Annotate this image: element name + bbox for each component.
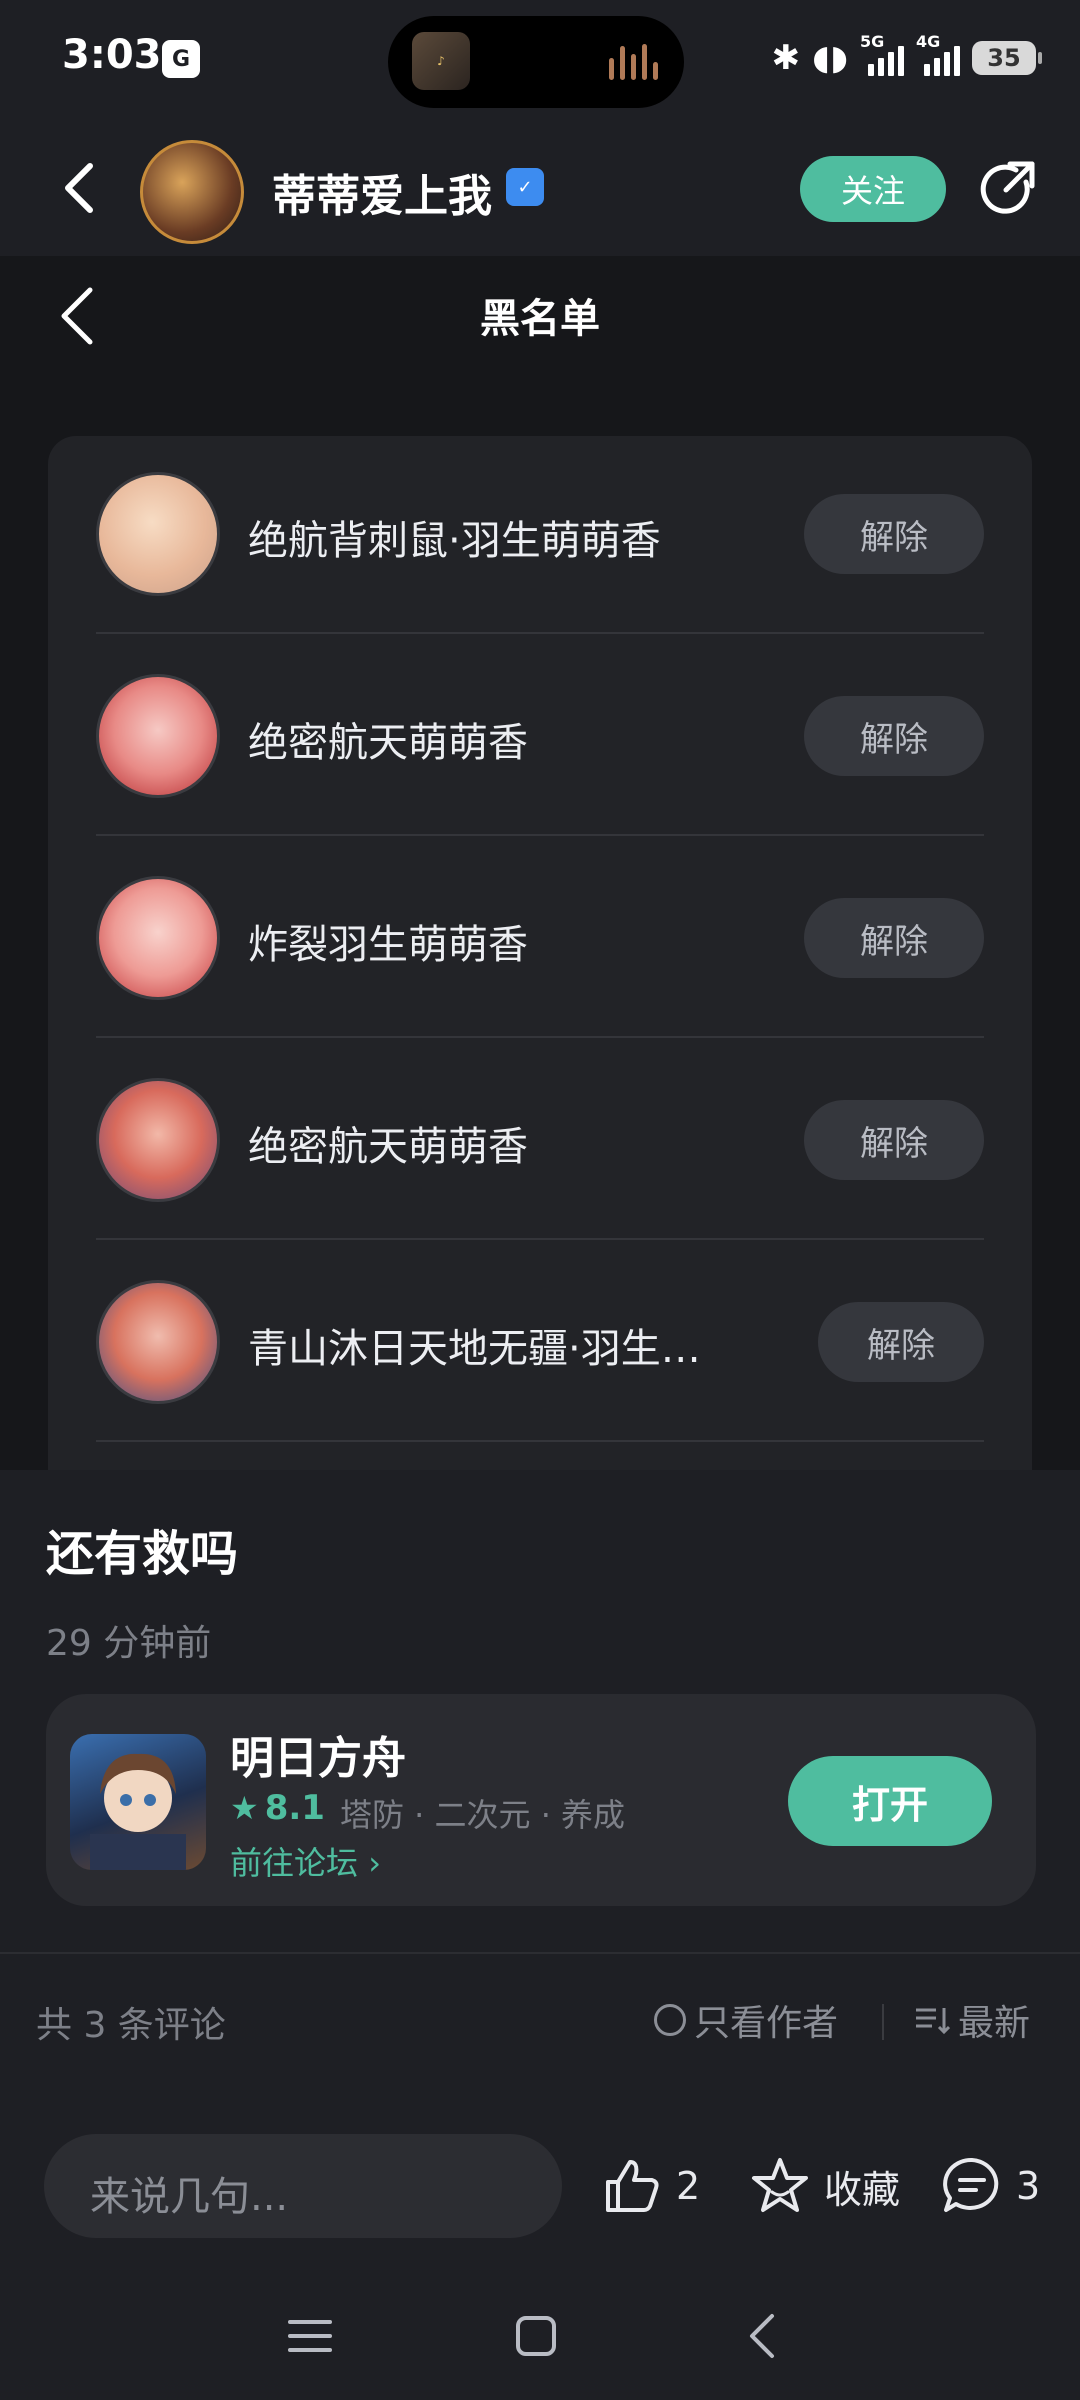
chevron-right-icon: › xyxy=(368,1844,381,1882)
status-bar: 3:03 G ♪ ✱ ◖◗ 5G 4G 35 xyxy=(0,0,1080,120)
unblock-button[interactable]: 解除 xyxy=(804,696,984,776)
like-button[interactable]: 2 xyxy=(600,2150,700,2222)
battery-icon: 35 xyxy=(972,41,1042,75)
blacklist-row: 青山沐日天地无疆·羽生… 解除 xyxy=(96,1240,984,1442)
author-only-toggle[interactable]: 只看作者 xyxy=(654,1994,838,2046)
star-icon: ★ xyxy=(230,1789,259,1827)
blocked-user-avatar[interactable] xyxy=(96,1078,220,1202)
bluetooth-icon: ✱ xyxy=(771,38,801,78)
verified-badge-icon: ✓ xyxy=(506,168,544,206)
menu-icon[interactable] xyxy=(288,2316,332,2356)
forum-link-label: 前往论坛 xyxy=(230,1844,359,1882)
sort-icon xyxy=(916,2008,950,2035)
forum-link[interactable]: 前往论坛 › xyxy=(230,1838,381,1884)
game-name: 明日方舟 xyxy=(230,1733,406,1784)
thumbs-up-icon xyxy=(606,2160,659,2212)
back-nav-icon[interactable] xyxy=(744,2312,780,2360)
follow-button[interactable]: 关注 xyxy=(800,156,946,222)
post-time: 29 分钟前 xyxy=(46,1623,212,1664)
system-nav-bar xyxy=(0,2274,1080,2400)
audio-wave-icon xyxy=(609,44,658,80)
blacklist-row: 炸裂羽生萌萌香 解除 xyxy=(96,836,984,1038)
status-time: 3:03 xyxy=(62,32,162,78)
unblock-button[interactable]: 解除 xyxy=(818,1302,984,1382)
blacklist-row: 绝密航天萌萌香 解除 xyxy=(96,1038,984,1240)
blocked-user-name: 炸裂羽生萌萌香 xyxy=(248,922,528,968)
divider xyxy=(0,1952,1080,1954)
blocked-user-name: 绝密航天萌萌香 xyxy=(248,1124,528,1170)
comment-count: 共 3 条评论 xyxy=(36,2005,226,2046)
unblock-button[interactable]: 解除 xyxy=(804,898,984,978)
sort-toggle[interactable]: 最新 xyxy=(914,1994,1030,2046)
share-icon[interactable] xyxy=(976,158,1040,222)
open-game-button[interactable]: 打开 xyxy=(788,1756,992,1846)
back-icon[interactable] xyxy=(52,160,108,216)
blocked-user-avatar[interactable] xyxy=(96,674,220,798)
game-icon[interactable] xyxy=(70,1734,206,1870)
blocked-user-avatar[interactable] xyxy=(96,1280,220,1404)
signal-5g-icon: 5G xyxy=(860,32,904,76)
blocked-user-avatar[interactable] xyxy=(96,472,220,596)
notification-app-icon: G xyxy=(162,40,200,78)
comments-button[interactable]: 3 xyxy=(940,2150,1040,2222)
blacklist-row: 绝航背刺鼠·羽生萌萌香 解除 xyxy=(96,432,984,634)
blocked-user-name: 青山沐日天地无疆·羽生… xyxy=(248,1326,701,1372)
game-tags: 塔防 · 二次元 · 养成 xyxy=(340,1796,626,1834)
sort-label: 最新 xyxy=(958,2003,1031,2044)
divider xyxy=(96,1440,984,1442)
like-count: 2 xyxy=(676,2164,701,2208)
status-icons: ✱ ◖◗ 5G 4G 35 xyxy=(771,28,1042,88)
home-icon[interactable] xyxy=(514,2314,558,2358)
divider xyxy=(882,2004,884,2040)
favorite-label: 收藏 xyxy=(824,2167,901,2212)
favorite-button[interactable]: 收藏 xyxy=(748,2150,900,2222)
comment-input[interactable]: 来说几句... xyxy=(44,2134,562,2238)
radio-icon xyxy=(654,2004,686,2036)
blacklist-row: 绝密航天萌萌香 解除 xyxy=(96,634,984,836)
earbuds-icon: ◖◗ xyxy=(812,38,848,78)
comment-input-placeholder: 来说几句... xyxy=(90,2174,289,2220)
blocked-user-avatar[interactable] xyxy=(96,876,220,1000)
dynamic-island[interactable]: ♪ xyxy=(388,16,684,108)
author-only-label: 只看作者 xyxy=(694,2003,839,2044)
comment-bubble-icon xyxy=(943,2157,999,2212)
blocked-user-name: 绝密航天萌萌香 xyxy=(248,720,528,766)
star-outline-icon xyxy=(752,2158,808,2212)
music-album-art: ♪ xyxy=(412,32,470,90)
unblock-button[interactable]: 解除 xyxy=(804,1100,984,1180)
signal-4g-icon: 4G xyxy=(916,32,960,76)
comment-count-badge: 3 xyxy=(1016,2164,1041,2208)
game-score: 8.1 xyxy=(264,1788,325,1828)
blocked-user-name: 绝航背刺鼠·羽生萌萌香 xyxy=(248,518,661,564)
post-title: 还有救吗 xyxy=(46,1526,239,1582)
author-avatar[interactable] xyxy=(140,140,244,244)
game-rating: ★ 8.1 xyxy=(230,1788,325,1828)
blacklist-title: 黑名单 xyxy=(480,296,600,342)
author-name[interactable]: 蒂蒂爱上我 xyxy=(272,160,492,224)
unblock-button[interactable]: 解除 xyxy=(804,494,984,574)
